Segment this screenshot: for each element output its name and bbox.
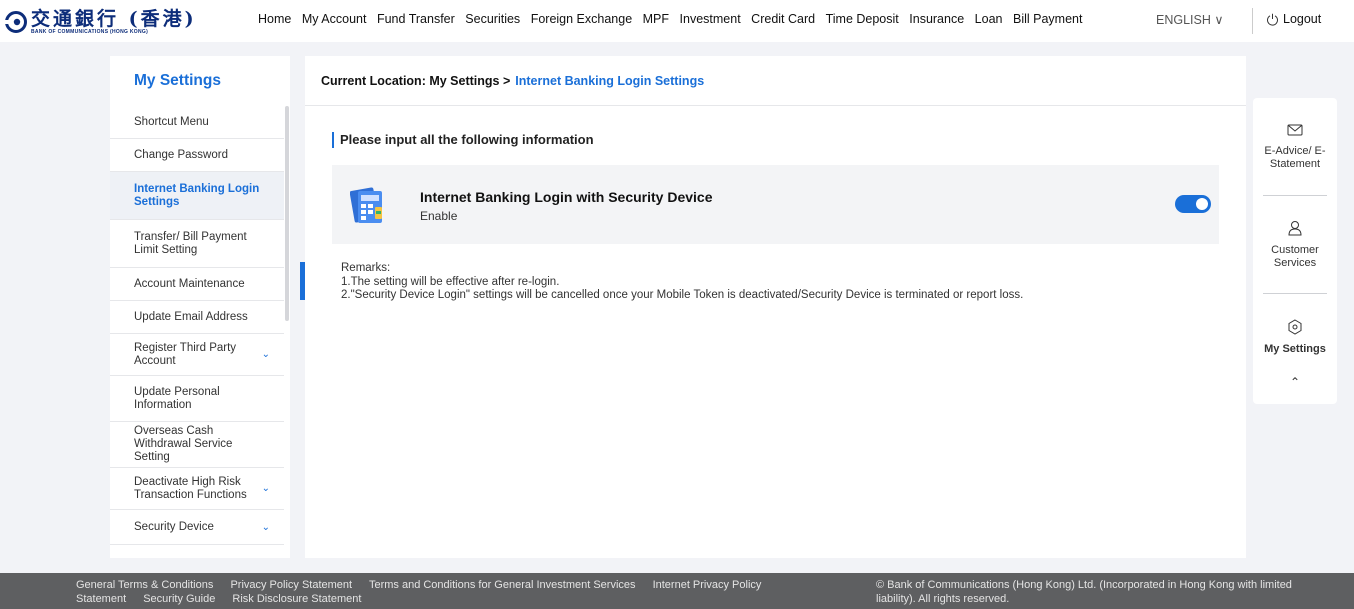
sidebar-item-label: Update Email Address (134, 310, 248, 323)
footer-link-internet-privacy[interactable]: Internet Privacy Policy (653, 579, 762, 591)
sidebar-item-deactivate-high-risk[interactable]: Deactivate High Risk Transaction Functio… (110, 468, 284, 510)
sidebar-item-security-device[interactable]: Security Device ⌄ (110, 510, 284, 545)
nav-fund-transfer[interactable]: Fund Transfer (377, 12, 455, 26)
sidebar-item-shortcut-menu[interactable]: Shortcut Menu (110, 106, 284, 139)
sidebar-item-account-maintenance[interactable]: Account Maintenance (110, 268, 284, 301)
main-nav: Home My Account Fund Transfer Securities… (258, 12, 1093, 26)
sidebar-item-label: Shortcut Menu (134, 115, 209, 128)
envelope-icon (1287, 124, 1303, 136)
customer-services-button[interactable]: Customer Services (1253, 220, 1337, 270)
logout-button[interactable]: Logout (1266, 12, 1321, 26)
nav-securities[interactable]: Securities (465, 12, 520, 26)
login-setting-card: Internet Banking Login with Security Dev… (332, 165, 1219, 244)
nav-home[interactable]: Home (258, 12, 291, 26)
breadcrumb-prefix: Current Location: My Settings > (321, 73, 511, 88)
bank-name-chinese: 交通銀行 (香港) (31, 7, 197, 30)
power-icon (1267, 13, 1278, 26)
breadcrumb: Current Location: My Settings > Internet… (305, 56, 1246, 106)
remarks-line-1: 1.The setting will be effective after re… (341, 275, 560, 288)
sidebar-title: My Settings (110, 56, 290, 106)
sidebar-item-label: Update Personal Information (134, 385, 220, 411)
sidebar-item-change-password[interactable]: Change Password (110, 139, 284, 172)
footer-link-security-guide[interactable]: Security Guide (143, 593, 215, 605)
main-content: Current Location: My Settings > Internet… (305, 56, 1246, 558)
nav-credit-card[interactable]: Credit Card (751, 12, 815, 26)
eadvice-label: E-Advice/ E-Statement (1264, 145, 1326, 170)
sidebar-item-label: Deactivate High Risk Transaction Functio… (134, 475, 247, 501)
footer-link-general-terms[interactable]: General Terms & Conditions (76, 579, 213, 591)
bank-name-english: BANK OF COMMUNICATIONS (HONG KONG) (31, 28, 149, 35)
section-title: Please input all the following informati… (332, 132, 594, 148)
sidebar-item-label: Overseas Cash Withdrawal Service Setting (134, 425, 233, 463)
nav-loan[interactable]: Loan (975, 12, 1003, 26)
nav-mpf[interactable]: MPF (643, 12, 669, 26)
remarks-line-2: 2."Security Device Login" settings will … (341, 289, 1024, 301)
top-navigation-bar: 交通銀行 (香港) BANK OF COMMUNICATIONS (HONG K… (0, 0, 1354, 42)
settings-sidebar: My Settings Shortcut Menu Change Passwor… (110, 56, 290, 558)
breadcrumb-current: Internet Banking Login Settings (515, 73, 705, 88)
bank-logo-mark-icon (5, 11, 27, 33)
sidebar-item-login-settings[interactable]: Internet Banking Login Settings (110, 172, 284, 220)
footer-link-statement[interactable]: Statement (76, 593, 126, 605)
sidebar-item-overseas-cash[interactable]: Overseas Cash Withdrawal Service Setting (110, 422, 284, 468)
my-settings-button[interactable]: My Settings (1253, 319, 1337, 356)
sidebar-item-label: Security Device (134, 520, 214, 533)
nav-insurance[interactable]: Insurance (909, 12, 964, 26)
chevron-down-icon: ⌄ (261, 349, 270, 360)
nav-divider (1252, 8, 1253, 34)
nav-bill-payment[interactable]: Bill Payment (1013, 12, 1082, 26)
sidebar-menu: Shortcut Menu Change Password Internet B… (110, 106, 284, 545)
footer-link-investment-terms[interactable]: Terms and Conditions for General Investm… (369, 579, 636, 591)
scroll-to-top-button[interactable]: ⌃ (1253, 376, 1337, 389)
sidebar-scrollbar[interactable] (285, 106, 289, 321)
nav-investment[interactable]: Investment (680, 12, 741, 26)
remarks: Remarks: 1.The setting will be effective… (341, 262, 1023, 303)
panel-divider (1263, 293, 1327, 294)
chevron-down-icon: ⌄ (261, 483, 270, 494)
panel-divider (1263, 195, 1327, 196)
sidebar-item-label: Transfer/ Bill Payment Limit Setting (134, 230, 247, 256)
double-chevron-up-icon: ⌃ (1289, 375, 1301, 389)
logout-label: Logout (1283, 12, 1322, 26)
footer-link-privacy-policy[interactable]: Privacy Policy Statement (230, 579, 352, 591)
customer-services-label: Customer Services (1271, 244, 1319, 269)
my-settings-label: My Settings (1264, 343, 1326, 355)
bank-logo[interactable]: 交通銀行 (香港) BANK OF COMMUNICATIONS (HONG K… (5, 8, 225, 36)
customer-service-icon (1288, 221, 1302, 236)
sidebar-item-update-email[interactable]: Update Email Address (110, 301, 284, 334)
sidebar-item-label: Register Third Party Account (134, 341, 237, 367)
nav-time-deposit[interactable]: Time Deposit (826, 12, 899, 26)
chevron-down-icon: ⌄ (261, 521, 270, 533)
setting-status: Enable (420, 209, 458, 223)
footer-copyright: © Bank of Communications (Hong Kong) Ltd… (876, 579, 1292, 605)
footer: General Terms & Conditions Privacy Polic… (0, 573, 1354, 609)
settings-hexagon-icon (1288, 319, 1302, 335)
security-device-login-toggle[interactable] (1175, 195, 1211, 213)
sidebar-item-register-third-party[interactable]: Register Third Party Account ⌄ (110, 334, 284, 376)
sidebar-item-update-personal-info[interactable]: Update Personal Information (110, 376, 284, 422)
footer-links: General Terms & Conditions Privacy Polic… (76, 578, 796, 606)
sidebar-item-label: Change Password (134, 148, 228, 161)
nav-foreign-exchange[interactable]: Foreign Exchange (531, 12, 632, 26)
sidebar-item-label: Internet Banking Login Settings (134, 182, 260, 208)
quick-access-panel: E-Advice/ E-Statement Customer Services … (1253, 98, 1337, 404)
footer-link-risk-disclosure[interactable]: Risk Disclosure Statement (232, 593, 361, 605)
sidebar-item-limit-setting[interactable]: Transfer/ Bill Payment Limit Setting (110, 220, 284, 268)
security-device-icon (349, 185, 386, 225)
language-selector[interactable]: ENGLISH ∨ (1156, 12, 1224, 27)
remarks-heading: Remarks: (341, 262, 391, 274)
setting-title: Internet Banking Login with Security Dev… (420, 189, 713, 205)
nav-my-account[interactable]: My Account (302, 12, 367, 26)
eadvice-estatement-button[interactable]: E-Advice/ E-Statement (1253, 123, 1337, 171)
sidebar-item-label: Account Maintenance (134, 277, 245, 290)
